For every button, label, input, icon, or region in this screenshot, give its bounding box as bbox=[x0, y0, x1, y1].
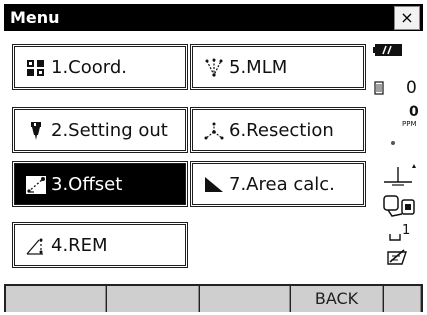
communication-icon[interactable] bbox=[382, 192, 418, 220]
menu-item-resection[interactable]: 6.Resection bbox=[190, 107, 366, 153]
target-constant: 0 bbox=[406, 78, 417, 98]
menu-item-label: 2.Setting out bbox=[51, 120, 168, 141]
ppm-unit: PPM bbox=[402, 120, 417, 128]
close-button[interactable]: × bbox=[394, 6, 420, 30]
menu-item-label: 4.REM bbox=[51, 235, 108, 256]
menu-item-offset[interactable]: 3.Offset bbox=[12, 161, 188, 207]
menu-item-label: 6.Resection bbox=[229, 120, 334, 141]
input-mode-icon bbox=[389, 234, 401, 241]
menu-item-label: 1.Coord. bbox=[51, 57, 127, 78]
menu-item-setting-out[interactable]: 2.Setting out bbox=[12, 107, 188, 153]
ppm-value: 0 bbox=[409, 104, 419, 120]
keyboard-icon[interactable] bbox=[386, 248, 408, 266]
softkey-5[interactable] bbox=[384, 286, 421, 312]
setting-out-icon bbox=[31, 122, 41, 140]
window-title: Menu bbox=[10, 8, 60, 27]
softkey-3[interactable] bbox=[200, 286, 290, 312]
softkey-1[interactable] bbox=[6, 286, 106, 312]
status-dot-icon bbox=[391, 141, 395, 145]
tilt-icon[interactable] bbox=[382, 162, 422, 188]
softkey-bar: BACK bbox=[4, 284, 423, 312]
coord-icon bbox=[27, 60, 44, 76]
offset-icon bbox=[26, 176, 46, 194]
menu-item-label: 5.MLM bbox=[229, 57, 288, 78]
rem-icon bbox=[26, 238, 43, 255]
menu-item-area-calc[interactable]: 7.Area calc. bbox=[190, 161, 366, 207]
battery-icon bbox=[373, 44, 402, 56]
menu-item-rem[interactable]: 4.REM bbox=[12, 222, 188, 268]
menu-item-mlm[interactable]: 5.MLM bbox=[190, 44, 366, 90]
softkey-2[interactable] bbox=[107, 286, 199, 312]
prism-icon bbox=[374, 81, 384, 95]
title-bar: Menu × bbox=[4, 4, 423, 31]
menu-item-label: 3.Offset bbox=[51, 174, 123, 195]
input-mode-value: 1 bbox=[402, 223, 411, 238]
menu-screen: Menu × 1.Coord. 2.Setting out 3.Offset 4… bbox=[0, 0, 427, 315]
menu-item-coord[interactable]: 1.Coord. bbox=[12, 44, 188, 90]
area-calc-icon bbox=[205, 177, 223, 192]
back-softkey[interactable]: BACK bbox=[291, 286, 383, 312]
menu-item-label: 7.Area calc. bbox=[229, 174, 335, 195]
mlm-icon bbox=[205, 58, 223, 77]
status-panel: 0 0 PPM 1 bbox=[366, 40, 423, 280]
resection-icon bbox=[204, 122, 224, 140]
